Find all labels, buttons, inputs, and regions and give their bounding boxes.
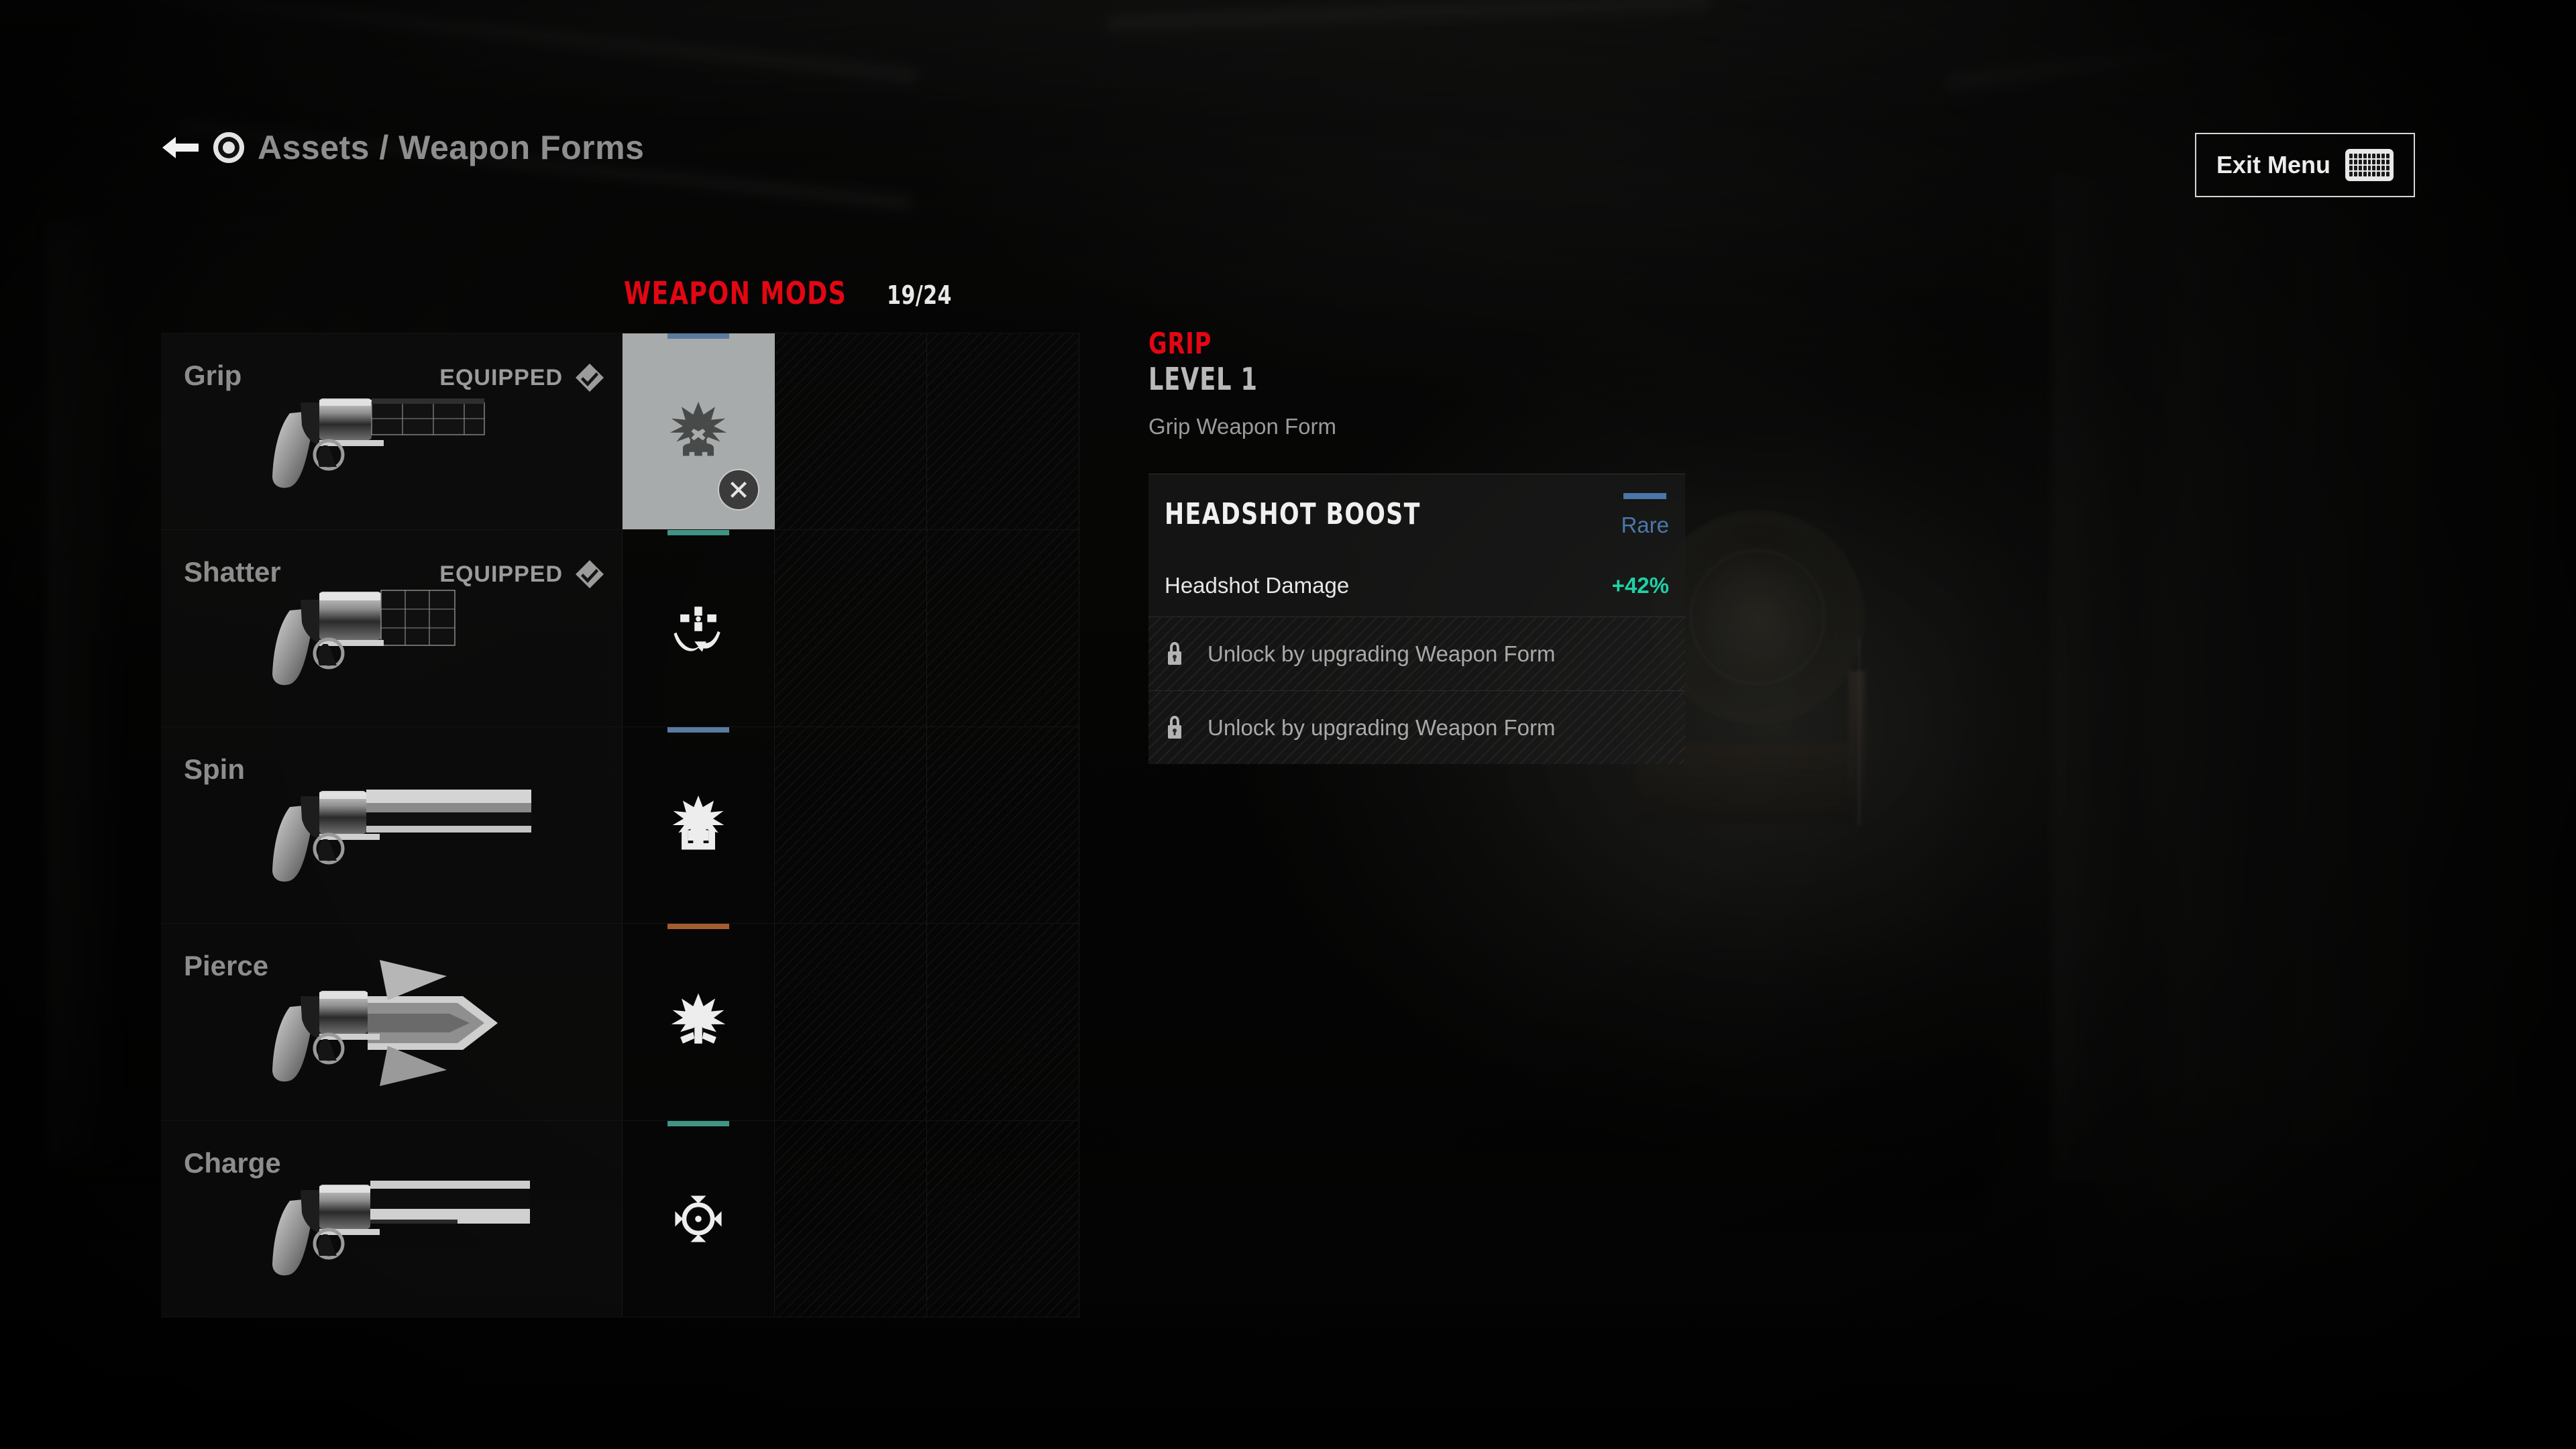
ammo-regen-icon	[672, 795, 724, 850]
locked-mod-row: Unlock by upgrading Weapon Form	[1148, 690, 1685, 764]
revolver-pierce-icon	[272, 960, 498, 1087]
revolver-shatter-icon	[272, 589, 455, 685]
detail-subtitle: Grip Weapon Form	[1148, 413, 1336, 439]
detail-title: GRIP	[1148, 327, 1212, 361]
mod-slot-headshot-boost[interactable]	[623, 333, 775, 530]
weapon-cell-shatter[interactable]: Shatter EQUIPPED	[161, 530, 623, 727]
spread-control-icon	[674, 606, 720, 652]
mod-slot-empty[interactable]	[775, 530, 927, 727]
weapon-mods-count: 19/24	[886, 280, 952, 310]
weapon-cell-charge[interactable]: Charge	[161, 1120, 623, 1318]
breadcrumb-label: Assets / Weapon Forms	[258, 129, 645, 166]
weapon-mods-header: WEAPON MODS 19/24	[624, 275, 961, 311]
remove-mod-button[interactable]	[718, 469, 759, 511]
pierce-impact-icon	[671, 994, 726, 1044]
weapon-mods-title: WEAPON MODS	[624, 275, 847, 311]
rarity-bar	[667, 1120, 729, 1126]
mod-detail-panel: GRIP LEVEL 1 Grip Weapon Form HEADSHOT B…	[1148, 327, 1685, 764]
detail-level: LEVEL 1	[1148, 361, 1258, 398]
mod-stat-row: Headshot Damage +42%	[1148, 555, 1685, 616]
background-flag	[1848, 671, 1866, 798]
mod-slot-ammo-regen[interactable]	[623, 727, 775, 924]
stat-name-label: Headshot Damage	[1165, 573, 1350, 598]
equipped-check-diamond-icon	[576, 364, 604, 392]
background-column	[47, 221, 121, 1161]
remove-x-icon	[731, 482, 747, 498]
circle-button-icon[interactable]	[213, 132, 244, 163]
revolver-spin-icon	[272, 790, 531, 882]
weapon-name-label: Spin	[184, 753, 245, 785]
table-row[interactable]: Pierce	[161, 924, 1080, 1121]
mod-slot-empty[interactable]	[927, 530, 1079, 727]
mod-slot-empty[interactable]	[927, 333, 1079, 530]
rarity-bar	[667, 924, 729, 930]
mod-slot-empty[interactable]	[775, 333, 927, 530]
mod-slot-charge-radius[interactable]	[623, 1120, 775, 1318]
headshot-boost-icon	[669, 402, 727, 456]
rarity-bar	[667, 333, 729, 339]
table-row[interactable]: Charge	[161, 1120, 1080, 1318]
keyboard-icon	[2345, 149, 2394, 181]
locked-row-label: Unlock by upgrading Weapon Form	[1208, 714, 1556, 740]
mod-slot-empty[interactable]	[927, 1120, 1079, 1318]
mod-slot-empty[interactable]	[927, 727, 1079, 924]
rarity-indicator: Rare	[1621, 492, 1669, 537]
equipped-check-diamond-icon	[576, 560, 604, 589]
rarity-bar	[667, 530, 729, 536]
mod-slot-empty[interactable]	[927, 924, 1079, 1120]
mod-slot-empty[interactable]	[775, 924, 927, 1120]
rarity-bar	[667, 727, 729, 733]
rarity-bar	[1623, 492, 1667, 499]
locked-mod-row: Unlock by upgrading Weapon Form	[1148, 616, 1685, 690]
mod-name-label: HEADSHOT BOOST	[1165, 496, 1421, 531]
weapon-name-label: Grip	[184, 360, 242, 391]
back-arrow-icon[interactable]	[161, 134, 200, 161]
mod-slot-empty[interactable]	[775, 727, 927, 924]
lock-icon	[1168, 642, 1181, 665]
stat-value-label: +42%	[1611, 573, 1669, 598]
revolver-grip-icon	[272, 398, 485, 488]
lock-icon	[1168, 716, 1181, 739]
exit-menu-button[interactable]: Exit Menu	[2195, 133, 2415, 197]
weapon-cell-grip[interactable]: Grip EQUIPPED	[161, 333, 623, 530]
revolver-charge-icon	[272, 1180, 530, 1276]
table-row[interactable]: Spin	[161, 727, 1080, 924]
rarity-label: Rare	[1621, 512, 1669, 537]
mod-detail-header: HEADSHOT BOOST Rare	[1148, 474, 1685, 555]
table-row[interactable]: Grip EQUIPPED	[161, 333, 1080, 531]
table-row[interactable]: Shatter EQUIPPED	[161, 530, 1080, 727]
locked-row-label: Unlock by upgrading Weapon Form	[1208, 641, 1556, 666]
mod-slot-empty[interactable]	[775, 1120, 927, 1318]
exit-menu-label: Exit Menu	[2216, 151, 2330, 178]
breadcrumb[interactable]: Assets / Weapon Forms	[161, 131, 644, 164]
weapon-cell-pierce[interactable]: Pierce	[161, 924, 623, 1120]
weapon-forms-grid: Grip EQUIPPED Shatter EQUIPPED Spin Pier…	[161, 333, 1080, 1318]
mod-detail-block: HEADSHOT BOOST Rare Headshot Damage +42%…	[1148, 473, 1685, 764]
mod-slot-pierce-impact[interactable]	[623, 924, 775, 1120]
charge-radius-icon	[675, 1195, 722, 1242]
mod-slot-spread-control[interactable]	[623, 530, 775, 727]
weapon-cell-spin[interactable]: Spin	[161, 727, 623, 924]
